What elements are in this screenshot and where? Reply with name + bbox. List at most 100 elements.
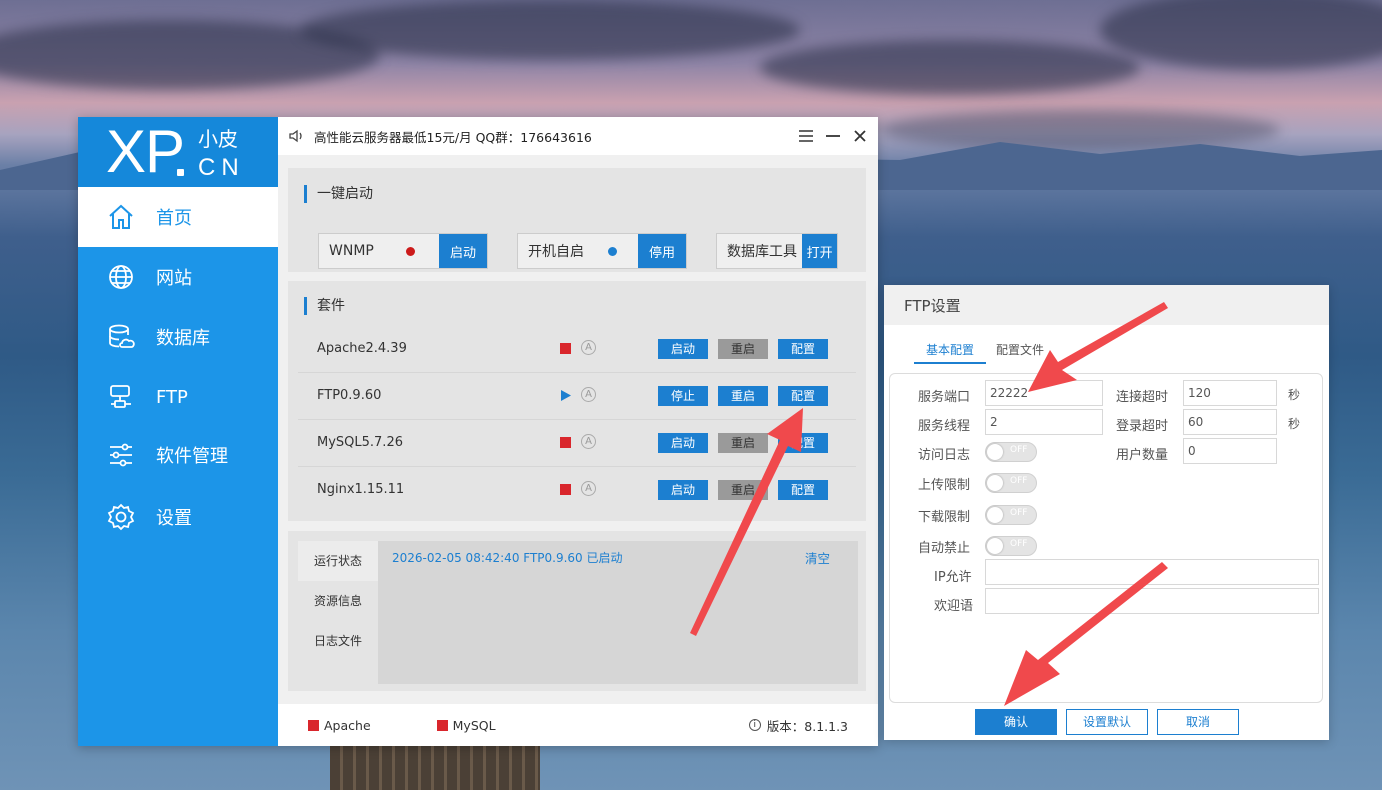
mysql-status: MySQL — [436, 717, 496, 733]
main-window: XP 小皮 CN 首页 网站 数据库 FTP 软件管理 设置 高性能云服务器最低… — [78, 117, 878, 746]
confirm-button[interactable]: 确认 — [975, 709, 1057, 735]
threads-label: 服务线程 — [918, 419, 971, 434]
nav-software[interactable]: 软件管理 — [78, 425, 278, 485]
nav-settings[interactable]: 设置 — [78, 487, 278, 547]
access-log-toggle[interactable]: OFF — [985, 442, 1037, 462]
menu-icon[interactable] — [796, 126, 816, 146]
stopped-status-icon — [560, 484, 571, 495]
log-entry: 2026-02-05 08:42:40 FTP0.9.60 已启动 — [392, 551, 623, 565]
stop-button[interactable]: 停止 — [658, 386, 708, 406]
tab-config-file[interactable]: 配置文件 — [996, 341, 1044, 358]
ip-allow-input[interactable] — [985, 559, 1319, 585]
nav-ftp-label: FTP — [156, 386, 188, 408]
version-info: i 版本：8.1.1.3 — [748, 716, 848, 735]
version-label: 版本：8.1.1.3 — [766, 718, 848, 734]
apache-status-icon — [308, 719, 319, 731]
cancel-button[interactable]: 取消 — [1157, 709, 1239, 735]
logo-small: 小皮 — [198, 127, 238, 151]
wnmp-status-dot — [405, 246, 415, 256]
restart-button[interactable]: 重启 — [718, 386, 768, 406]
close-icon[interactable] — [850, 126, 870, 146]
restart-button[interactable]: 重启 — [718, 339, 768, 359]
info-icon: i — [748, 719, 761, 731]
restart-button[interactable]: 重启 — [718, 480, 768, 500]
threads-input[interactable]: 2 — [985, 409, 1103, 435]
speaker-icon — [288, 127, 306, 145]
port-input[interactable]: 22222 — [985, 380, 1103, 406]
login-timeout-input[interactable]: 60 — [1183, 409, 1277, 435]
running-status-icon — [560, 390, 571, 401]
dbtool-open-button[interactable]: 打开 — [802, 234, 837, 268]
package-row-apache: Apache2.4.39 A 启动 重启 配置 — [298, 326, 856, 373]
home-icon — [106, 202, 136, 232]
main-content: 一键启动 WNMP 启动 开机自启 停用 数据库工具 打开 套件 Apache2… — [278, 155, 878, 704]
nav-website-label: 网站 — [156, 268, 192, 289]
autostart-disable-button[interactable]: 停用 — [638, 234, 686, 268]
welcome-input[interactable] — [985, 588, 1319, 614]
config-button[interactable]: 配置 — [778, 433, 828, 453]
start-button[interactable]: 启动 — [658, 339, 708, 359]
dbtool-label: 数据库工具 — [727, 244, 797, 260]
upload-limit-toggle[interactable]: OFF — [985, 473, 1037, 493]
gear-icon — [106, 502, 136, 532]
tab-run-status[interactable]: 运行状态 — [298, 541, 378, 581]
apache-status-label: Apache — [324, 717, 371, 733]
quick-start-panel: 一键启动 WNMP 启动 开机自启 停用 数据库工具 打开 — [288, 168, 866, 272]
mysql-status-icon — [436, 719, 448, 731]
packages-title: 套件 — [304, 297, 345, 315]
logo-dot — [177, 169, 184, 176]
wnmp-start-button[interactable]: 启动 — [439, 234, 487, 268]
set-default-button[interactable]: 设置默认 — [1066, 709, 1148, 735]
tab-resource-info[interactable]: 资源信息 — [298, 581, 378, 621]
nav-database[interactable]: 数据库 — [78, 307, 278, 367]
mysql-status-label: MySQL — [452, 717, 496, 733]
minimize-icon[interactable] — [823, 126, 843, 146]
restart-button[interactable]: 重启 — [718, 433, 768, 453]
download-limit-toggle[interactable]: OFF — [985, 505, 1037, 525]
toggle-off-text: OFF — [1010, 539, 1028, 549]
config-button[interactable]: 配置 — [778, 339, 828, 359]
login-timeout-unit: 秒 — [1288, 417, 1301, 431]
conn-timeout-input[interactable]: 120 — [1183, 380, 1277, 406]
port-label: 服务端口 — [918, 390, 971, 405]
nav-home[interactable]: 首页 — [78, 187, 278, 247]
package-name: FTP0.9.60 — [317, 388, 382, 403]
welcome-label: 欢迎语 — [934, 599, 974, 614]
config-button[interactable]: 配置 — [778, 480, 828, 500]
log-area: 2026-02-05 08:42:40 FTP0.9.60 已启动 清空 — [378, 541, 858, 684]
tab-log-files[interactable]: 日志文件 — [298, 621, 378, 661]
toggle-off-text: OFF — [1010, 508, 1028, 518]
autostart-control: 开机自启 停用 — [517, 233, 687, 269]
ip-allow-label: IP允许 — [934, 570, 972, 585]
package-name: MySQL5.7.26 — [317, 435, 403, 450]
auto-icon: A — [581, 387, 596, 402]
logo-domain: CN — [198, 154, 245, 181]
sliders-icon — [106, 440, 136, 470]
wnmp-label: WNMP — [329, 243, 374, 259]
start-button[interactable]: 启动 — [658, 480, 708, 500]
ftp-icon — [106, 382, 136, 412]
auto-ban-toggle[interactable]: OFF — [985, 536, 1037, 556]
upload-limit-label: 上传限制 — [918, 478, 971, 493]
logo: XP 小皮 CN — [78, 117, 278, 187]
clear-log-link[interactable]: 清空 — [805, 548, 830, 567]
package-name: Apache2.4.39 — [317, 341, 407, 356]
nav-software-label: 软件管理 — [156, 446, 228, 467]
sidebar: XP 小皮 CN 首页 网站 数据库 FTP 软件管理 设置 — [78, 117, 278, 746]
toggle-off-text: OFF — [1010, 476, 1028, 486]
globe-icon — [106, 262, 136, 292]
start-button[interactable]: 启动 — [658, 433, 708, 453]
ftp-config-form: 服务端口 22222 连接超时 120 秒 服务线程 2 登录超时 60 秒 访… — [889, 373, 1323, 703]
user-count-label: 用户数量 — [1116, 448, 1169, 463]
package-row-nginx: Nginx1.15.11 A 启动 重启 配置 — [298, 467, 856, 514]
status-footer: Apache MySQL i 版本：8.1.1.3 — [278, 704, 878, 746]
tab-basic-config[interactable]: 基本配置 — [914, 341, 987, 364]
nav-website[interactable]: 网站 — [78, 247, 278, 307]
conn-timeout-unit: 秒 — [1288, 388, 1301, 402]
nav-ftp[interactable]: FTP — [78, 367, 278, 427]
config-button[interactable]: 配置 — [778, 386, 828, 406]
user-count-input[interactable]: 0 — [1183, 438, 1277, 464]
autostart-status-dot — [608, 246, 617, 256]
auto-icon: A — [581, 340, 596, 355]
package-name: Nginx1.15.11 — [317, 482, 405, 497]
